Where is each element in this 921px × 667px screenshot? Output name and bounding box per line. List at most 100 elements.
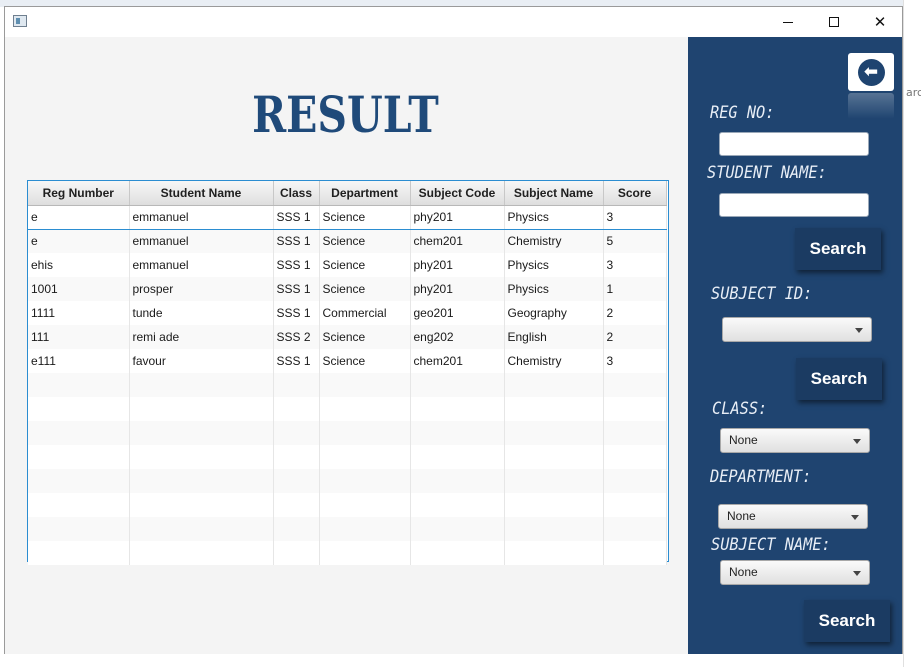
table-cell: [410, 445, 505, 469]
column-header[interactable]: Score: [603, 181, 667, 206]
table-row[interactable]: e emmanuel SSS 1 Science chem201 Chemistry 5: [28, 229, 667, 253]
table-cell: Science: [319, 229, 411, 253]
maximize-icon: [829, 17, 839, 27]
table-cell: [603, 373, 667, 397]
search-by-subject-id-button[interactable]: Search: [796, 358, 882, 400]
table-cell: 1: [603, 277, 667, 301]
table-cell: phy201: [410, 253, 505, 277]
table-header-row: Reg Number Student Name Class Department Sub…: [28, 181, 667, 206]
table-cell: [319, 421, 411, 445]
table-cell: English: [504, 325, 604, 349]
table-cell: [603, 397, 667, 421]
column-header[interactable]: Student Name: [129, 181, 274, 206]
subject-name-select[interactable]: None: [720, 560, 870, 585]
table-cell: favour: [129, 349, 274, 373]
table-cell: [129, 469, 274, 493]
table-cell: chem201: [410, 349, 505, 373]
table-cell: [504, 517, 604, 541]
table-row[interactable]: ehis emmanuel SSS 1 Science phy201 Physics 3: [28, 253, 667, 277]
table-cell: [410, 373, 505, 397]
class-select[interactable]: None: [720, 428, 870, 453]
column-header[interactable]: Subject Code: [410, 181, 505, 206]
minimize-button[interactable]: [765, 7, 811, 37]
column-header[interactable]: Department: [319, 181, 411, 206]
table-cell: prosper: [129, 277, 274, 301]
minimize-icon: [783, 21, 793, 23]
class-label: CLASS:: [712, 399, 768, 419]
table-cell: 3: [603, 349, 667, 373]
main-panel: RESULT Reg Number Student Name Class Depart…: [5, 37, 688, 654]
table-cell: Science: [319, 277, 411, 301]
table-cell: [410, 517, 505, 541]
table-cell: remi ade: [129, 325, 274, 349]
subject-id-select[interactable]: [722, 317, 872, 342]
student-name-input[interactable]: [719, 193, 869, 217]
reg-no-input[interactable]: [719, 132, 869, 156]
table-row[interactable]: 111 remi ade SSS 2 Science eng202 English 2: [28, 325, 667, 349]
table-cell: [273, 445, 320, 469]
table-cell: 2: [603, 325, 667, 349]
table-row[interactable]: e111 favour SSS 1 Science chem201 Chemistry 3: [28, 349, 667, 373]
class-value: None: [729, 433, 758, 447]
app-icon: [13, 15, 27, 27]
column-header[interactable]: Subject Name: [504, 181, 604, 206]
table-cell: [28, 373, 130, 397]
search-by-filters-button[interactable]: Search: [804, 600, 890, 642]
subject-id-label: SUBJECT ID:: [711, 284, 813, 304]
table-cell: [410, 493, 505, 517]
close-button[interactable]: ✕: [857, 7, 903, 37]
column-header[interactable]: Reg Number: [28, 181, 130, 206]
table-cell: [273, 493, 320, 517]
empty-table-row: [28, 373, 667, 397]
back-button[interactable]: ⬅: [848, 53, 894, 91]
app-window: ✕ RESULT Reg Number Student Name Class Depa…: [4, 6, 903, 654]
column-header[interactable]: Class: [273, 181, 320, 206]
table-cell: [273, 397, 320, 421]
student-name-label: STUDENT NAME:: [707, 163, 827, 183]
reg-no-label: REG NO:: [710, 103, 775, 123]
chevron-down-icon: [853, 571, 861, 576]
department-select[interactable]: None: [718, 504, 868, 529]
empty-table-row: [28, 445, 667, 469]
subject-name-value: None: [729, 565, 758, 579]
table-cell: SSS 1: [273, 204, 320, 230]
table-cell: SSS 1: [273, 301, 320, 325]
table-cell: [273, 373, 320, 397]
table-cell: [28, 469, 130, 493]
table-cell: [129, 373, 274, 397]
table-cell: geo201: [410, 301, 505, 325]
empty-table-row: [28, 421, 667, 445]
table-cell: [273, 541, 320, 565]
table-cell: Geography: [504, 301, 604, 325]
empty-table-row: [28, 397, 667, 421]
results-table[interactable]: Reg Number Student Name Class Department Sub…: [27, 180, 669, 565]
empty-table-row: [28, 469, 667, 493]
empty-table-row: [28, 493, 667, 517]
table-cell: [410, 397, 505, 421]
table-cell: SSS 1: [273, 253, 320, 277]
table-cell: Chemistry: [504, 349, 604, 373]
table-cell: Science: [319, 349, 411, 373]
table-row[interactable]: 1111 tunde SSS 1 Commercial geo201 Geography 2: [28, 301, 667, 325]
table-cell: Science: [319, 204, 411, 230]
table-cell: [504, 541, 604, 565]
table-cell: SSS 2: [273, 325, 320, 349]
table-row[interactable]: e emmanuel SSS 1 Science phy201 Physics 3: [28, 204, 667, 230]
search-by-student-button[interactable]: Search: [795, 228, 881, 270]
table-cell: [504, 445, 604, 469]
table-cell: [28, 421, 130, 445]
table-cell: Physics: [504, 204, 604, 230]
table-cell: [504, 373, 604, 397]
table-cell: eng202: [410, 325, 505, 349]
table-cell: 1111: [28, 301, 130, 325]
table-row[interactable]: 1001 prosper SSS 1 Science phy201 Physics 1: [28, 277, 667, 301]
chevron-down-icon: [855, 328, 863, 333]
table-cell: [319, 493, 411, 517]
table-cell: [273, 517, 320, 541]
table-cell: emmanuel: [129, 204, 274, 230]
maximize-button[interactable]: [811, 7, 857, 37]
department-label: DEPARTMENT:: [710, 467, 812, 487]
table-cell: [319, 373, 411, 397]
table-cell: [28, 397, 130, 421]
table-cell: [603, 421, 667, 445]
